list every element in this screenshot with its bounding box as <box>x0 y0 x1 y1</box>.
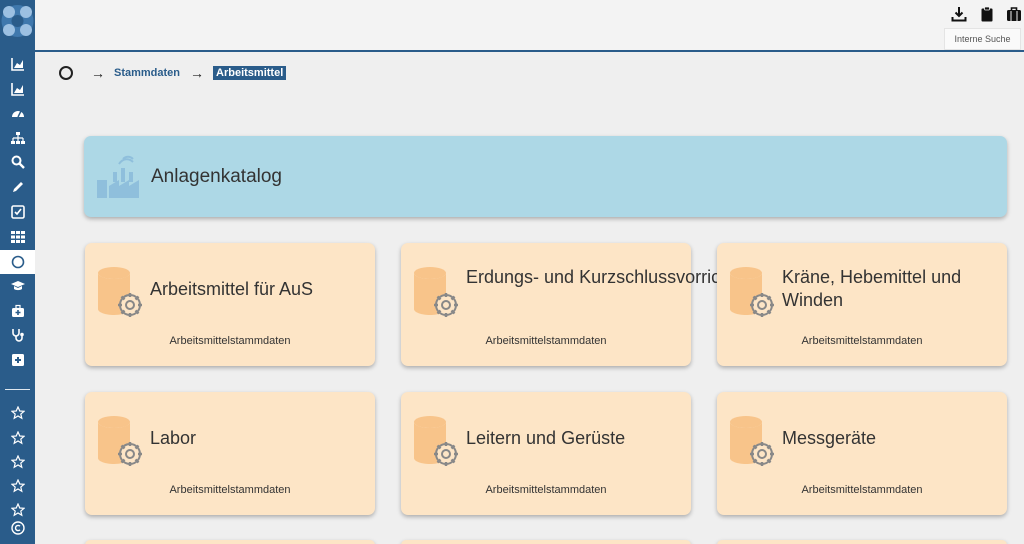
tile-messgeraete[interactable]: Messgeräte Arbeitsmittelstammdaten <box>717 392 1007 515</box>
chart-icon <box>10 83 24 96</box>
star-icon <box>10 455 25 469</box>
catalog-title: Anlagenkatalog <box>151 166 282 187</box>
tile-title: Arbeitsmittel für AuS <box>150 279 314 299</box>
database-gear-icon <box>98 416 142 466</box>
sidebar-copyright[interactable] <box>0 516 35 540</box>
sidebar-item-edit[interactable] <box>0 175 35 199</box>
clipboard-icon[interactable] <box>979 6 995 22</box>
factory-icon <box>97 155 139 198</box>
download-icon[interactable] <box>951 6 967 22</box>
tile-next-row[interactable] <box>85 540 375 544</box>
database-gear-icon <box>98 267 142 317</box>
sidebar-item-training[interactable] <box>0 274 35 298</box>
sidebar-item-reports[interactable] <box>0 77 35 101</box>
app-logo-icon[interactable] <box>1 3 34 39</box>
search-icon <box>11 155 25 169</box>
circle-icon <box>11 255 24 269</box>
sidebar-item-organization[interactable] <box>0 126 35 150</box>
tile-subtitle: Arbeitsmittelstammdaten <box>169 484 291 496</box>
briefcase-icon[interactable] <box>1006 6 1022 22</box>
sidebar-item-arbeitsmittel[interactable] <box>0 250 35 274</box>
sidebar-item-first-aid[interactable] <box>0 299 35 323</box>
pencil-icon <box>12 182 23 192</box>
tile-subtitle: Arbeitsmittelstammdaten <box>485 335 607 347</box>
star-icon <box>10 503 25 517</box>
sidebar-item-overview[interactable] <box>0 225 35 249</box>
sidebar-favorite-3[interactable] <box>0 450 35 474</box>
sidebar-item-dashboard[interactable] <box>0 101 35 125</box>
tile-subtitle: Arbeitsmittelstammdaten <box>485 484 607 496</box>
sidebar-favorite-2[interactable] <box>0 426 35 450</box>
internal-search-input[interactable]: Interne Suche <box>944 28 1021 50</box>
copyright-icon <box>10 521 25 535</box>
checkbox-icon <box>10 205 25 219</box>
sidebar <box>0 0 35 544</box>
breadcrumb-link-stammdaten[interactable]: Stammdaten <box>114 67 180 79</box>
tile-title: Messgeräte <box>782 428 877 448</box>
star-icon <box>10 406 25 420</box>
dashboard-icon <box>11 110 24 118</box>
stethoscope-icon <box>11 329 24 342</box>
tile-labor[interactable]: Labor Arbeitsmittelstammdaten <box>85 392 375 515</box>
sidebar-item-medical[interactable] <box>0 323 35 347</box>
tile-next-row[interactable] <box>717 540 1007 544</box>
tile-title: Erdungs- und Kurzschlussvorrichtungen <box>466 267 786 287</box>
sidebar-item-statistics[interactable] <box>0 52 35 76</box>
star-icon <box>10 431 25 445</box>
chart-icon <box>10 58 24 71</box>
tile-title: Leitern und Gerüste <box>466 428 626 448</box>
database-gear-icon <box>730 267 774 317</box>
medkit-icon <box>11 304 24 317</box>
breadcrumb: → Stammdaten → Arbeitsmittel <box>59 63 287 83</box>
star-icon <box>10 479 25 493</box>
tile-title: Labor <box>150 428 197 448</box>
tile-subtitle: Arbeitsmittelstammdaten <box>169 335 291 347</box>
sitemap-icon <box>10 132 25 144</box>
top-bar: Interne Suche <box>35 0 1024 52</box>
grid-icon <box>10 231 25 243</box>
sidebar-favorite-4[interactable] <box>0 474 35 498</box>
tile-leitern-gerueste[interactable]: Leitern und Gerüste Arbeitsmittelstammda… <box>401 392 691 515</box>
database-gear-icon <box>414 416 458 466</box>
tile-title: Kräne, Hebemittel und Winden <box>782 267 962 310</box>
home-circle-icon[interactable] <box>59 66 73 80</box>
tile-kraene-hebemittel[interactable]: Kräne, Hebemittel und Winden Arbeitsmitt… <box>717 243 1007 366</box>
tile-erdungs-kurzschluss[interactable]: Erdungs- und Kurzschlussvorrichtungen Ar… <box>401 243 786 366</box>
tile-arbeitsmittel-aus[interactable]: Arbeitsmittel für AuS Arbeitsmittelstamm… <box>85 243 375 366</box>
sidebar-item-add[interactable] <box>0 348 35 372</box>
database-gear-icon <box>414 267 458 317</box>
catalog-tile[interactable]: Anlagenkatalog <box>84 136 1007 217</box>
database-gear-icon <box>730 416 774 466</box>
sidebar-item-tasks[interactable] <box>0 200 35 224</box>
sidebar-item-search[interactable] <box>0 150 35 174</box>
sidebar-favorite-1[interactable] <box>0 401 35 425</box>
plus-square-icon <box>11 354 24 366</box>
sidebar-divider <box>5 389 30 390</box>
breadcrumb-current: Arbeitsmittel <box>213 66 287 80</box>
graduation-icon <box>10 281 25 291</box>
breadcrumb-arrow: → <box>91 65 105 81</box>
tile-subtitle: Arbeitsmittelstammdaten <box>801 484 923 496</box>
breadcrumb-arrow: → <box>190 65 205 81</box>
tile-subtitle: Arbeitsmittelstammdaten <box>801 335 923 347</box>
tile-next-row[interactable] <box>401 540 691 544</box>
